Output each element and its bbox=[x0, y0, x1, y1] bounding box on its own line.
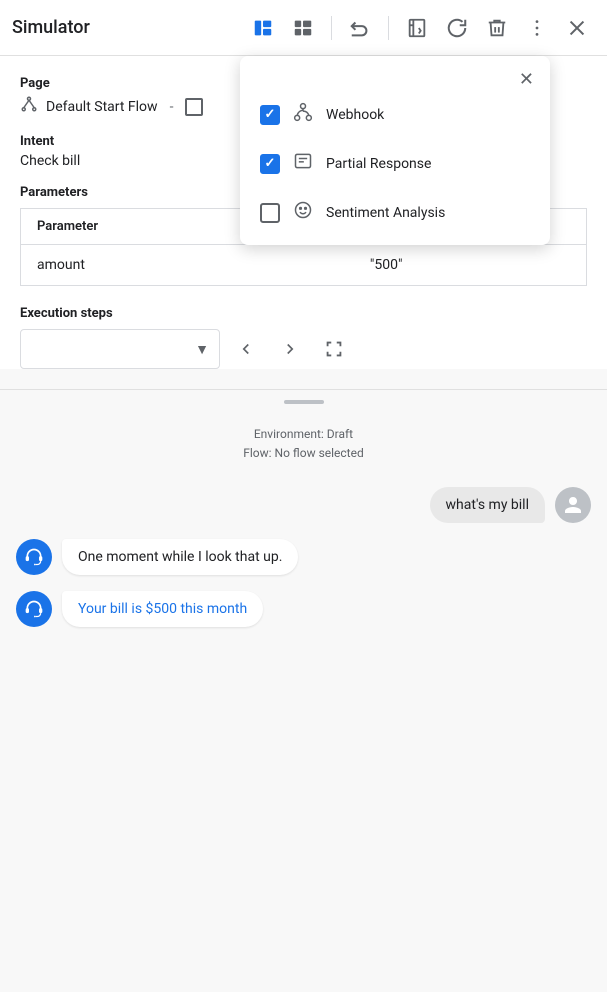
next-step-button[interactable] bbox=[272, 331, 308, 367]
chevron-down-icon: ▼ bbox=[195, 341, 209, 358]
page-name: Default Start Flow bbox=[46, 99, 158, 115]
chat-area: Environment: Draft Flow: No flow selecte… bbox=[0, 413, 607, 773]
resize-handle bbox=[284, 400, 324, 404]
page-chip bbox=[185, 98, 203, 116]
sentiment-icon bbox=[292, 200, 314, 225]
user-message-row: what's my bill bbox=[16, 487, 591, 523]
download-button[interactable] bbox=[399, 10, 435, 46]
checkbox-1[interactable]: ✓ bbox=[260, 154, 280, 174]
resize-bar[interactable] bbox=[0, 389, 607, 413]
partial-icon bbox=[292, 151, 314, 176]
refresh-button[interactable] bbox=[439, 10, 475, 46]
delete-button[interactable] bbox=[479, 10, 515, 46]
layout1-button[interactable] bbox=[245, 10, 281, 46]
param-value: "500" bbox=[354, 245, 587, 286]
execution-controls: ▼ bbox=[20, 329, 587, 369]
dropdown-label-2: Sentiment Analysis bbox=[326, 205, 445, 221]
bot-bubble: Your bill is $500 this month bbox=[62, 591, 263, 627]
bot-avatar bbox=[16, 539, 52, 575]
header: Simulator bbox=[0, 0, 607, 56]
dropdown-label-0: Webhook bbox=[326, 107, 384, 123]
bot-message-row-1: Your bill is $500 this month bbox=[16, 591, 591, 627]
checkbox-2[interactable] bbox=[260, 203, 280, 223]
headset-icon bbox=[24, 599, 44, 619]
bot-avatar bbox=[16, 591, 52, 627]
headset-icon bbox=[24, 547, 44, 567]
execution-dropdown[interactable]: ▼ bbox=[20, 329, 220, 369]
user-icon bbox=[563, 495, 583, 515]
env-line2: Flow: No flow selected bbox=[16, 444, 591, 463]
app-title: Simulator bbox=[12, 17, 90, 38]
table-row: amount "500" bbox=[21, 245, 587, 286]
dropdown-close-button[interactable]: ✕ bbox=[515, 68, 538, 90]
param-name: amount bbox=[21, 245, 354, 286]
bot-message-row-0: One moment while I look that up. bbox=[16, 539, 591, 575]
undo-button[interactable] bbox=[342, 10, 378, 46]
layout2-button[interactable] bbox=[285, 10, 321, 46]
more-button[interactable] bbox=[519, 10, 555, 46]
execution-label: Execution steps bbox=[20, 306, 587, 321]
dropdown-header: ✕ bbox=[240, 64, 550, 90]
focus-icon[interactable] bbox=[316, 331, 352, 367]
divider1 bbox=[331, 16, 332, 40]
dropdown-item-partial-response[interactable]: ✓ Partial Response bbox=[240, 139, 550, 188]
divider2 bbox=[388, 16, 389, 40]
page-separator: - bbox=[170, 99, 174, 115]
prev-step-button[interactable] bbox=[228, 331, 264, 367]
close-button[interactable] bbox=[559, 10, 595, 46]
page-flow-icon bbox=[20, 95, 38, 118]
dropdown-label-1: Partial Response bbox=[326, 156, 431, 172]
execution-section: Execution steps ▼ bbox=[20, 306, 587, 369]
header-toolbar bbox=[245, 10, 595, 46]
dropdown-item-webhook[interactable]: ✓ Webhook bbox=[240, 90, 550, 139]
user-avatar bbox=[555, 487, 591, 523]
checkmark-icon: ✓ bbox=[265, 107, 276, 122]
env-line1: Environment: Draft bbox=[16, 425, 591, 444]
webhook-icon bbox=[292, 102, 314, 127]
dropdown-items: ✓ Webhook ✓ Partial Response Sentiment A… bbox=[240, 90, 550, 237]
bot-messages-container: One moment while I look that up. Your bi… bbox=[16, 539, 591, 627]
bot-bubble: One moment while I look that up. bbox=[62, 539, 298, 575]
checkmark-icon: ✓ bbox=[265, 156, 276, 171]
user-bubble: what's my bill bbox=[430, 487, 545, 523]
checkbox-0[interactable]: ✓ bbox=[260, 105, 280, 125]
env-info: Environment: Draft Flow: No flow selecte… bbox=[16, 425, 591, 463]
dropdown-item-sentiment-analysis[interactable]: Sentiment Analysis bbox=[240, 188, 550, 237]
dropdown-overlay: ✕ ✓ Webhook ✓ Partial Response Sentiment… bbox=[240, 56, 550, 245]
